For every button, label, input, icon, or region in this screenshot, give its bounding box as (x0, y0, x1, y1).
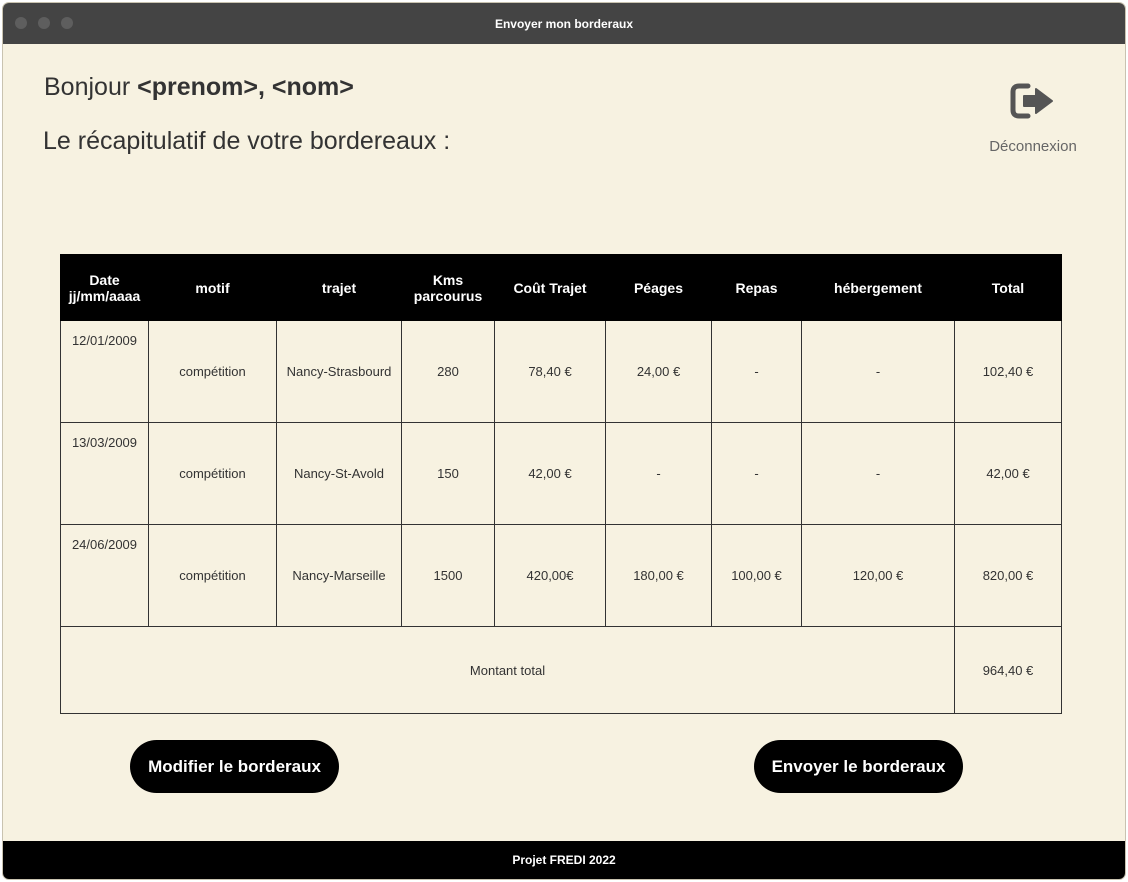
table-header-row: Date jj/mm/aaaa motif trajet Kms parcourus… (60, 254, 1062, 321)
cell-date: 13/03/2009 (60, 422, 149, 525)
app-window: Envoyer mon borderaux Bonjour <prenom>, … (3, 3, 1125, 879)
col-header-cout[interactable]: Coût Trajet (494, 254, 606, 321)
cell-cout: 42,00 € (494, 422, 606, 525)
logout-button[interactable]: Déconnexion (978, 81, 1088, 161)
cell-total: 820,00 € (954, 524, 1062, 627)
cell-motif: compétition (148, 320, 277, 423)
send-borderaux-button[interactable]: Envoyer le borderaux (754, 740, 963, 793)
cell-hebergement: - (801, 422, 955, 525)
window-title: Envoyer mon borderaux (494, 16, 634, 31)
cell-date: 12/01/2009 (60, 320, 149, 423)
cell-cout: 420,00€ (494, 524, 606, 627)
col-header-kms-unit: parcourus (413, 287, 483, 304)
cell-total: 102,40 € (954, 320, 1062, 423)
cell-kms: 1500 (401, 524, 495, 627)
minimize-window-button[interactable] (38, 17, 50, 29)
sign-out-icon (1010, 83, 1053, 119)
col-header-date-format: jj/mm/aaaa (68, 287, 141, 304)
cell-motif: compétition (148, 524, 277, 627)
cell-date: 24/06/2009 (60, 524, 149, 627)
greeting-name: <prenom>, <nom> (137, 73, 354, 101)
table-row[interactable]: 24/06/2009 compétition Nancy-Marseille 1… (60, 524, 1062, 627)
maximize-window-button[interactable] (61, 17, 73, 29)
cell-trajet: Nancy-Strasbourd (276, 320, 402, 423)
close-window-button[interactable] (15, 17, 27, 29)
page-subtitle: Le récapitulatif de votre bordereaux : (43, 127, 451, 155)
col-header-trajet[interactable]: trajet (276, 254, 402, 321)
cell-peages: 180,00 € (605, 524, 712, 627)
table-row[interactable]: 13/03/2009 compétition Nancy-St-Avold 15… (60, 422, 1062, 525)
col-header-date-label: Date (89, 271, 120, 288)
footer-text: Projet FREDI 2022 (512, 853, 616, 867)
greeting-prefix: Bonjour (44, 73, 131, 101)
col-header-date[interactable]: Date jj/mm/aaaa (60, 254, 149, 321)
cell-trajet: Nancy-St-Avold (276, 422, 402, 525)
modify-borderaux-button[interactable]: Modifier le borderaux (130, 740, 339, 793)
cell-repas: - (711, 320, 802, 423)
recap-table: Date jj/mm/aaaa motif trajet Kms parcourus… (60, 254, 1062, 714)
window-controls (15, 17, 73, 29)
col-header-motif[interactable]: motif (148, 254, 277, 321)
title-bar: Envoyer mon borderaux (3, 3, 1125, 44)
greeting: Bonjour <prenom>, <nom> (44, 73, 354, 102)
cell-trajet: Nancy-Marseille (276, 524, 402, 627)
footer: Projet FREDI 2022 (3, 841, 1125, 879)
total-label: Montant total (60, 626, 955, 714)
cell-repas: - (711, 422, 802, 525)
cell-cout: 78,40 € (494, 320, 606, 423)
cell-hebergement: 120,00 € (801, 524, 955, 627)
cell-kms: 280 (401, 320, 495, 423)
cell-repas: 100,00 € (711, 524, 802, 627)
col-header-repas[interactable]: Repas (711, 254, 802, 321)
cell-motif: compétition (148, 422, 277, 525)
col-header-kms[interactable]: Kms parcourus (401, 254, 495, 321)
col-header-total[interactable]: Total (954, 254, 1062, 321)
total-row: Montant total 964,40 € (60, 626, 1062, 714)
cell-peages: - (605, 422, 712, 525)
col-header-hebergement[interactable]: hébergement (801, 254, 955, 321)
cell-total: 42,00 € (954, 422, 1062, 525)
col-header-kms-label: Kms (432, 271, 464, 288)
cell-kms: 150 (401, 422, 495, 525)
table-row[interactable]: 12/01/2009 compétition Nancy-Strasbourd … (60, 320, 1062, 423)
cell-peages: 24,00 € (605, 320, 712, 423)
col-header-peages[interactable]: Péages (605, 254, 712, 321)
total-value: 964,40 € (954, 626, 1062, 714)
cell-hebergement: - (801, 320, 955, 423)
logout-label: Déconnexion (989, 138, 1077, 155)
